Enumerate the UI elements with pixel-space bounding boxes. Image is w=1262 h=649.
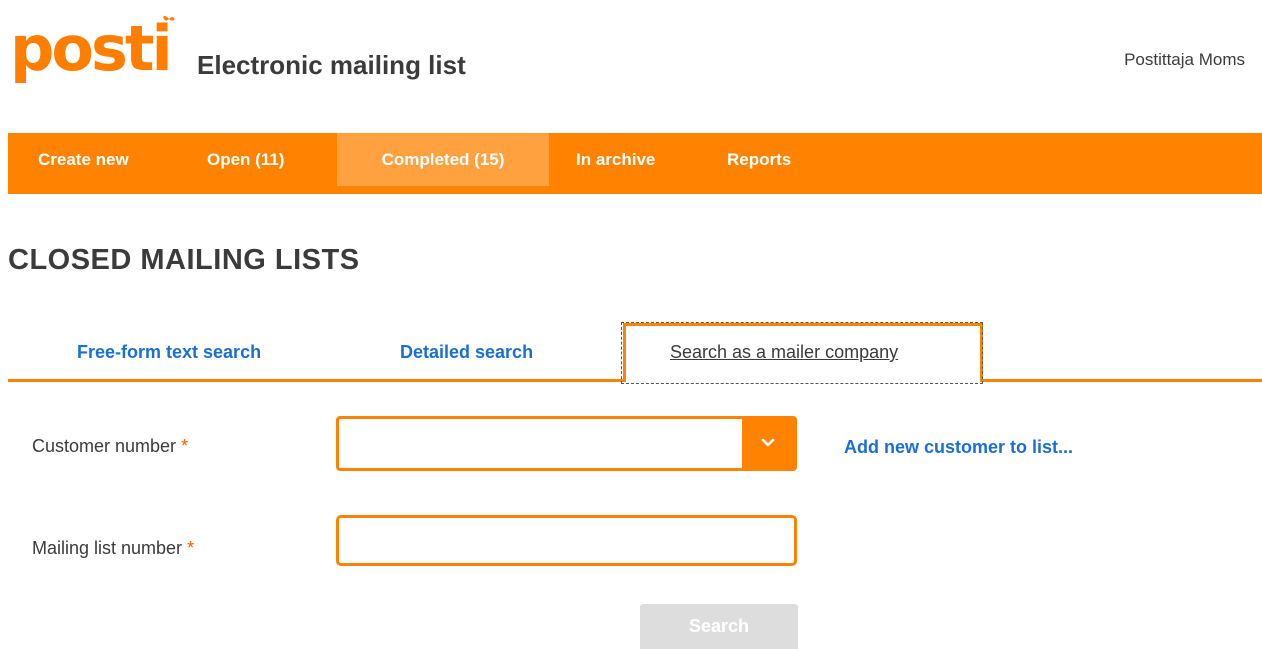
nav-completed[interactable]: Completed (15) [337,133,549,186]
posti-logo: posti [10,15,175,80]
tab-detailed-search[interactable]: Detailed search [400,342,533,363]
main-nav: Create new Open (11) Completed (15) In a… [8,133,1262,194]
nav-create-new[interactable]: Create new [38,133,129,186]
add-customer-link[interactable]: Add new customer to list... [844,437,1073,458]
mailing-list-number-input[interactable] [336,515,797,566]
required-marker: * [181,436,189,456]
chevron-down-icon [761,438,775,447]
dropdown-toggle[interactable] [742,419,794,468]
logo-bow-icon [163,15,175,21]
mailing-list-label-text: Mailing list number [32,538,183,558]
mailing-list-number-label: Mailing list number * [32,538,194,559]
tab-free-form-search[interactable]: Free-form text search [77,342,261,363]
search-button[interactable]: Search [640,604,798,649]
customer-number-label: Customer number * [32,436,188,457]
nav-open[interactable]: Open (11) [207,133,284,186]
user-name[interactable]: Postittaja Moms [1124,50,1245,70]
nav-reports[interactable]: Reports [727,133,791,186]
required-marker: * [187,538,195,558]
nav-in-archive[interactable]: In archive [576,133,655,186]
logo-text: posti [10,12,173,85]
tab-search-as-mailer[interactable]: Search as a mailer company [670,342,898,363]
app-title: Electronic mailing list [197,50,466,80]
customer-number-select[interactable] [336,416,797,471]
page-title: CLOSED MAILING LISTS [8,244,360,276]
customer-number-label-text: Customer number [32,436,177,456]
